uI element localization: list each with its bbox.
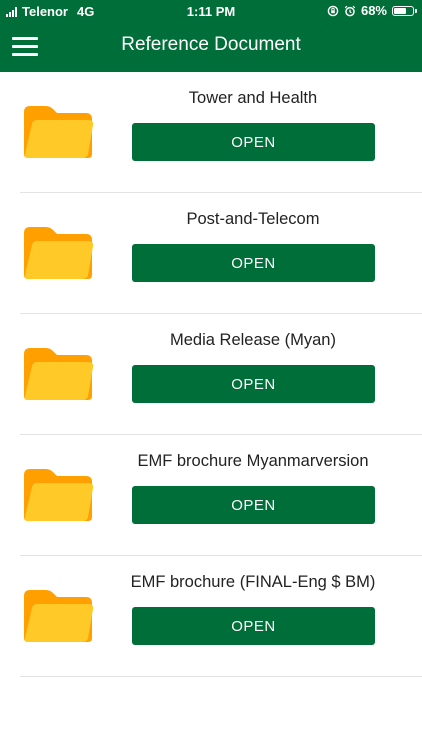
document-list: Tower and Health OPEN Post-and-Telecom O…: [0, 72, 422, 677]
document-list-item: Post-and-Telecom OPEN: [20, 193, 422, 314]
document-list-item: EMF brochure Myanmarversion OPEN: [20, 435, 422, 556]
open-button[interactable]: OPEN: [132, 123, 375, 161]
open-button[interactable]: OPEN: [132, 365, 375, 403]
orientation-lock-icon: [327, 5, 339, 16]
folder-icon: [24, 106, 94, 158]
document-title: Media Release (Myan): [170, 331, 336, 349]
document-title: EMF brochure Myanmarversion: [137, 452, 369, 470]
document-list-item: Media Release (Myan) OPEN: [20, 314, 422, 435]
navigation-bar: Reference Document: [0, 22, 422, 72]
document-list-item: EMF brochure (FINAL-Eng $ BM) OPEN: [20, 556, 422, 677]
battery-percent: 68%: [360, 3, 387, 18]
status-right: 68%: [327, 3, 417, 18]
folder-icon: [24, 348, 94, 400]
battery-icon: [392, 5, 417, 16]
folder-icon: [24, 590, 94, 642]
open-button[interactable]: OPEN: [132, 607, 375, 645]
page-title: Reference Document: [121, 34, 301, 55]
open-button[interactable]: OPEN: [132, 244, 375, 282]
document-title: Post-and-Telecom: [186, 210, 320, 228]
document-list-item: Tower and Health OPEN: [20, 72, 422, 193]
status-bar: Telenor 4G 1:11 PM 68%: [0, 0, 422, 22]
battery-level-fill: [394, 7, 406, 14]
document-title: EMF brochure (FINAL-Eng $ BM): [130, 573, 376, 591]
alarm-icon: [344, 5, 356, 16]
document-title: Tower and Health: [188, 89, 318, 107]
folder-icon: [24, 227, 94, 279]
app-screen: Telenor 4G 1:11 PM 68% Reference Documen…: [0, 0, 422, 750]
folder-icon: [24, 469, 94, 521]
open-button[interactable]: OPEN: [132, 486, 375, 524]
